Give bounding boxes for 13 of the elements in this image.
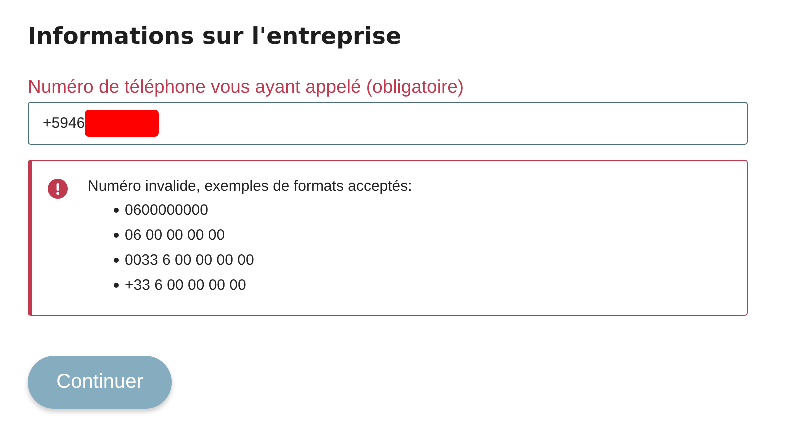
bullet-icon [114, 208, 119, 213]
format-example: 0033 6 00 00 00 00 [125, 252, 254, 269]
phone-input-field[interactable]: +5946 [28, 102, 748, 145]
bullet-icon [114, 233, 119, 238]
section-heading: Informations sur l'entreprise [28, 24, 403, 50]
format-example: +33 6 00 00 00 00 [125, 277, 246, 294]
error-message: Numéro invalide, exemples de formats acceptés: [88, 178, 412, 195]
field-label: Numéro de téléphone vous ayant appelé (obligatoire) [28, 76, 466, 98]
bullet-icon [114, 258, 119, 263]
format-example: 0600000000 [125, 202, 208, 219]
format-example: 06 00 00 00 00 [125, 227, 226, 244]
bullet-icon [114, 283, 119, 288]
error-icon [48, 179, 68, 199]
